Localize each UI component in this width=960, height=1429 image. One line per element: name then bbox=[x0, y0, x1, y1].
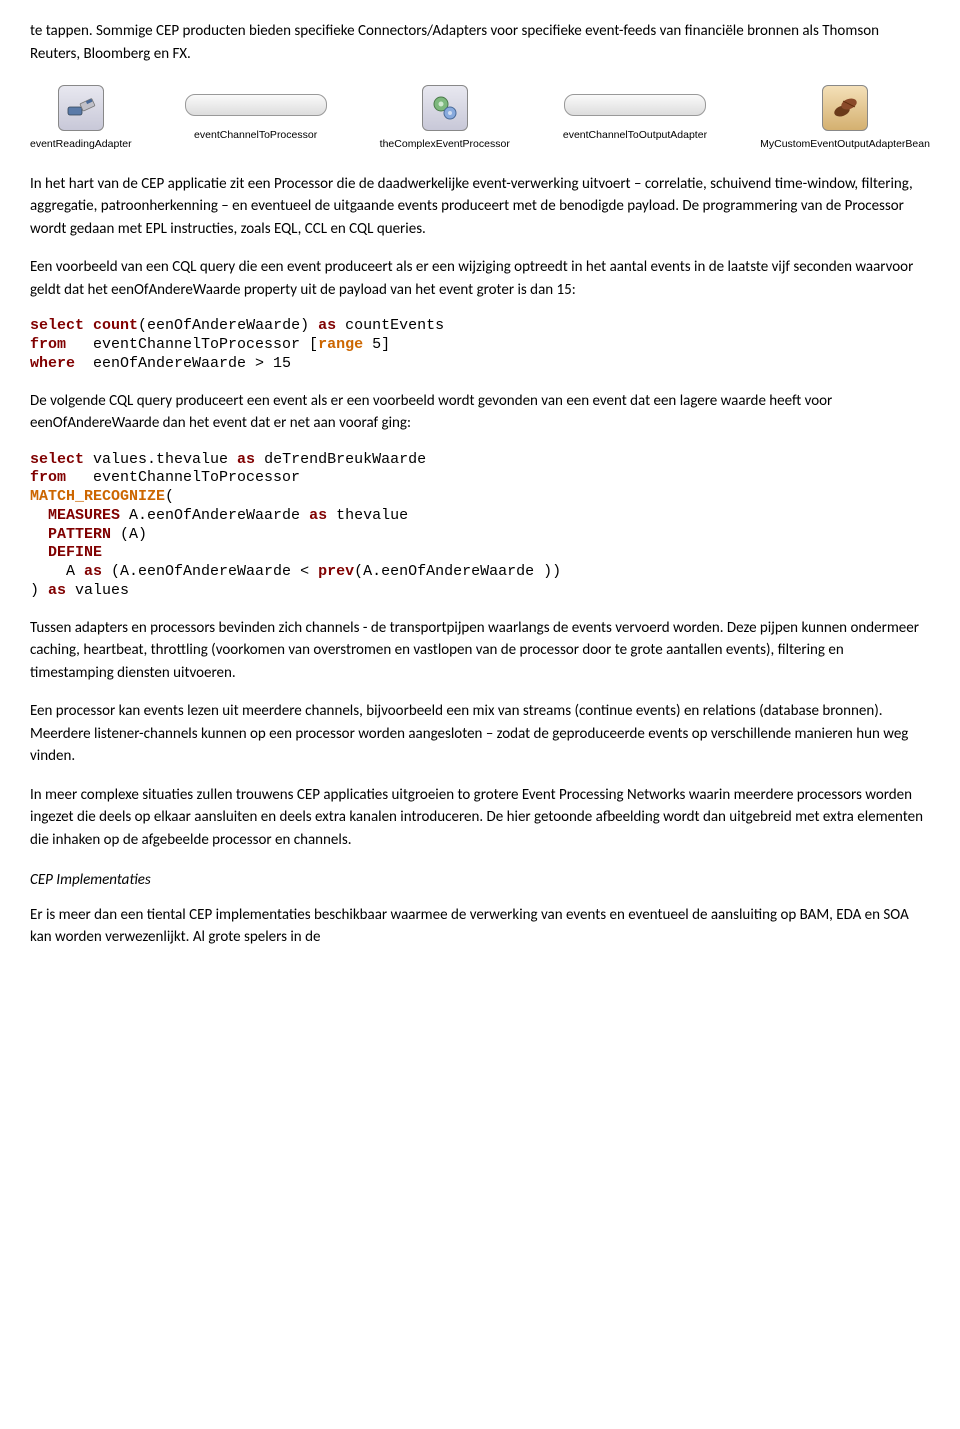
node-label: theComplexEventProcessor bbox=[380, 137, 510, 153]
code-text: values bbox=[66, 582, 129, 599]
kw: select bbox=[30, 317, 84, 334]
kw: MATCH_RECOGNIZE bbox=[30, 488, 165, 505]
code-text: countEvents bbox=[336, 317, 444, 334]
kw: range bbox=[318, 336, 363, 353]
code-text: (A) bbox=[111, 526, 147, 543]
paragraph: In meer complexe situaties zullen trouwe… bbox=[30, 784, 930, 852]
kw: count bbox=[93, 317, 138, 334]
code-text: ( bbox=[165, 488, 174, 505]
kw: PATTERN bbox=[48, 526, 111, 543]
paragraph: Er is meer dan een tiental CEP implement… bbox=[30, 904, 930, 949]
epn-diagram: eventReadingAdapter eventChannelToProces… bbox=[30, 85, 930, 153]
kw: MEASURES bbox=[48, 507, 120, 524]
code-text: eenOfAndereWaarde > 15 bbox=[75, 355, 291, 372]
paragraph: Een voorbeeld van een CQL query die een … bbox=[30, 256, 930, 301]
kw: as bbox=[309, 507, 327, 524]
channel-shape-icon bbox=[564, 94, 706, 116]
channel-node: eventChannelToOutputAdapter bbox=[563, 94, 707, 144]
channel-shape-icon bbox=[185, 94, 327, 116]
node-label: MyCustomEventOutputAdapterBean bbox=[760, 137, 930, 153]
kw: as bbox=[237, 451, 255, 468]
code-text: (A.eenOfAndereWaarde < bbox=[102, 563, 318, 580]
paragraph: In het hart van de CEP applicatie zit ee… bbox=[30, 173, 930, 241]
kw: from bbox=[30, 336, 66, 353]
code-text: thevalue bbox=[327, 507, 408, 524]
kw: as bbox=[318, 317, 336, 334]
kw: DEFINE bbox=[48, 544, 102, 561]
adapter-node: eventReadingAdapter bbox=[30, 85, 132, 153]
code-text: ) bbox=[30, 582, 48, 599]
code-text: eventChannelToProcessor bbox=[66, 469, 300, 486]
paragraph: De volgende CQL query produceert een eve… bbox=[30, 390, 930, 435]
kw: select bbox=[30, 451, 84, 468]
code-text: A bbox=[30, 563, 84, 580]
code-text: eventChannelToProcessor [ bbox=[66, 336, 318, 353]
section-heading: CEP Implementaties bbox=[30, 869, 930, 892]
code-text: values.thevalue bbox=[84, 451, 237, 468]
kw: as bbox=[84, 563, 102, 580]
channel-label: eventChannelToOutputAdapter bbox=[563, 128, 707, 144]
kw: as bbox=[48, 582, 66, 599]
kw: prev bbox=[318, 563, 354, 580]
kw: where bbox=[30, 355, 75, 372]
channel-node: eventChannelToProcessor bbox=[185, 94, 327, 144]
code-block-1: select count(eenOfAndereWaarde) as count… bbox=[30, 317, 930, 373]
usb-adapter-icon bbox=[58, 85, 104, 131]
gear-processor-icon bbox=[422, 85, 468, 131]
node-label: eventReadingAdapter bbox=[30, 137, 132, 153]
bean-icon bbox=[822, 85, 868, 131]
code-text: (eenOfAndereWaarde) bbox=[138, 317, 309, 334]
kw: from bbox=[30, 469, 66, 486]
paragraph: Een processor kan events lezen uit meerd… bbox=[30, 700, 930, 768]
paragraph: te tappen. Sommige CEP producten bieden … bbox=[30, 20, 930, 65]
code-text: (A.eenOfAndereWaarde )) bbox=[354, 563, 561, 580]
processor-node: theComplexEventProcessor bbox=[380, 85, 510, 153]
code-text: deTrendBreukWaarde bbox=[255, 451, 426, 468]
code-text: 5] bbox=[363, 336, 390, 353]
channel-label: eventChannelToProcessor bbox=[194, 128, 317, 144]
code-text: A.eenOfAndereWaarde bbox=[120, 507, 309, 524]
paragraph: Tussen adapters en processors bevinden z… bbox=[30, 617, 930, 685]
code-block-2: select values.thevalue as deTrendBreukWa… bbox=[30, 451, 930, 601]
bean-node: MyCustomEventOutputAdapterBean bbox=[760, 85, 930, 153]
